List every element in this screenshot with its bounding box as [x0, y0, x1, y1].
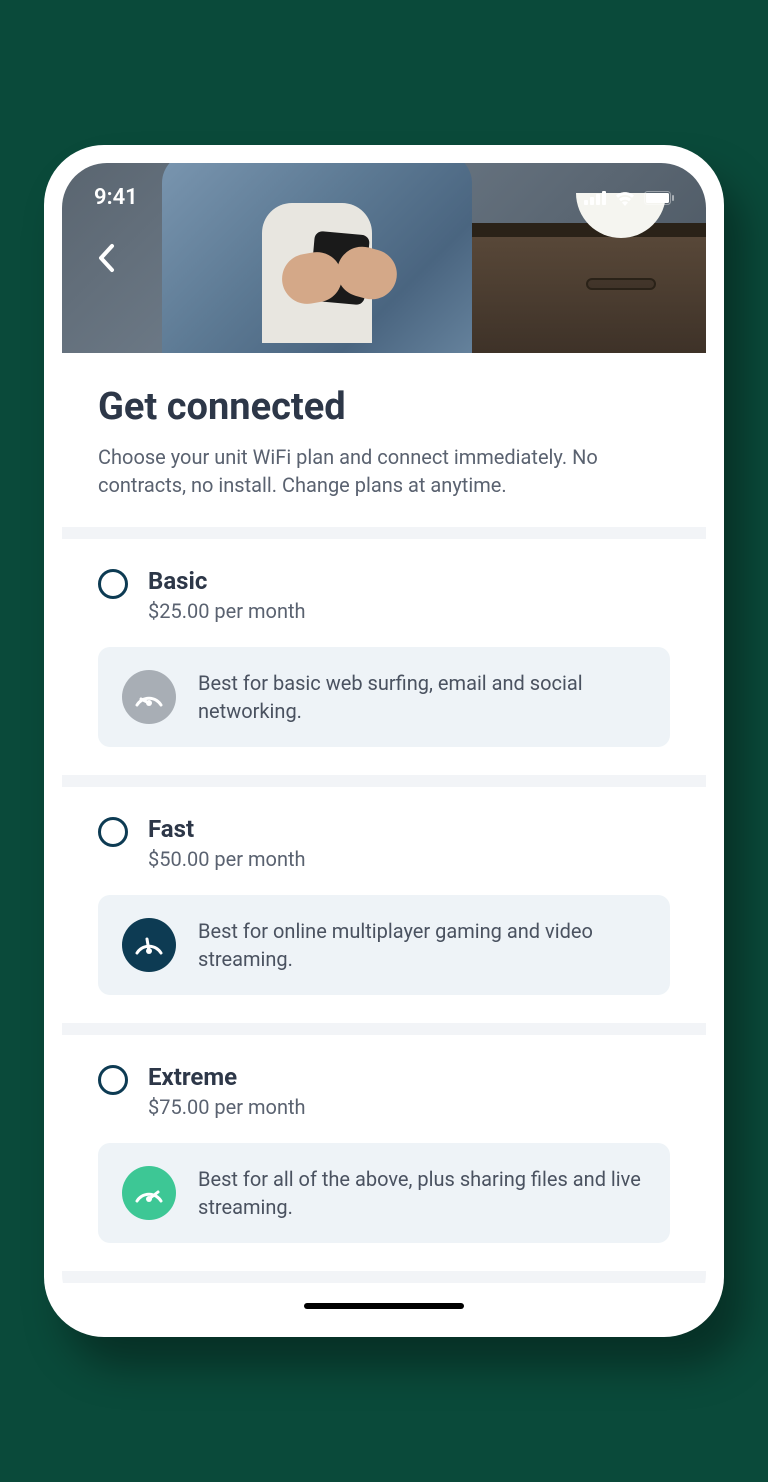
- divider: [62, 1271, 706, 1283]
- plan-description: Best for online multiplayer gaming and v…: [198, 917, 646, 973]
- header-section: Get connected Choose your unit WiFi plan…: [62, 353, 706, 527]
- plan-name: Basic: [148, 567, 306, 595]
- speedometer-icon: [122, 670, 176, 724]
- plan-description: Best for all of the above, plus sharing …: [198, 1165, 646, 1221]
- status-icons: [584, 190, 674, 206]
- plan-description-box: Best for online multiplayer gaming and v…: [98, 895, 670, 995]
- cellular-icon: [584, 191, 606, 205]
- plan-card-extreme[interactable]: Extreme $75.00 per month Best for all of…: [62, 1035, 706, 1271]
- plan-card-fast[interactable]: Fast $50.00 per month Best for online mu…: [62, 787, 706, 1023]
- speedometer-icon: [122, 1166, 176, 1220]
- divider: [62, 1023, 706, 1035]
- wifi-icon: [614, 190, 636, 206]
- page-title: Get connected: [98, 385, 670, 429]
- plan-description: Best for basic web surfing, email and so…: [198, 669, 646, 725]
- hero-image: 9:41: [62, 163, 706, 353]
- plan-name: Fast: [148, 815, 306, 843]
- home-indicator[interactable]: [304, 1303, 464, 1309]
- plan-price: $50.00 per month: [148, 847, 306, 871]
- divider: [62, 527, 706, 539]
- radio-fast[interactable]: [98, 817, 128, 847]
- plan-name: Extreme: [148, 1063, 306, 1091]
- page-subtitle: Choose your unit WiFi plan and connect i…: [98, 443, 670, 499]
- phone-frame: 9:41: [44, 145, 724, 1337]
- battery-icon: [644, 191, 674, 205]
- status-time: 9:41: [94, 185, 138, 210]
- radio-basic[interactable]: [98, 569, 128, 599]
- plan-card-basic[interactable]: Basic $25.00 per month Best for basic we…: [62, 539, 706, 775]
- status-bar: 9:41: [62, 185, 706, 210]
- plan-price: $25.00 per month: [148, 599, 306, 623]
- divider: [62, 775, 706, 787]
- plan-description-box: Best for basic web surfing, email and so…: [98, 647, 670, 747]
- speedometer-icon: [122, 918, 176, 972]
- radio-extreme[interactable]: [98, 1065, 128, 1095]
- back-button[interactable]: [86, 238, 126, 278]
- plan-price: $75.00 per month: [148, 1095, 306, 1119]
- content: Get connected Choose your unit WiFi plan…: [62, 353, 706, 1309]
- chevron-left-icon: [97, 243, 115, 273]
- screen: 9:41: [62, 163, 706, 1319]
- plan-description-box: Best for all of the above, plus sharing …: [98, 1143, 670, 1243]
